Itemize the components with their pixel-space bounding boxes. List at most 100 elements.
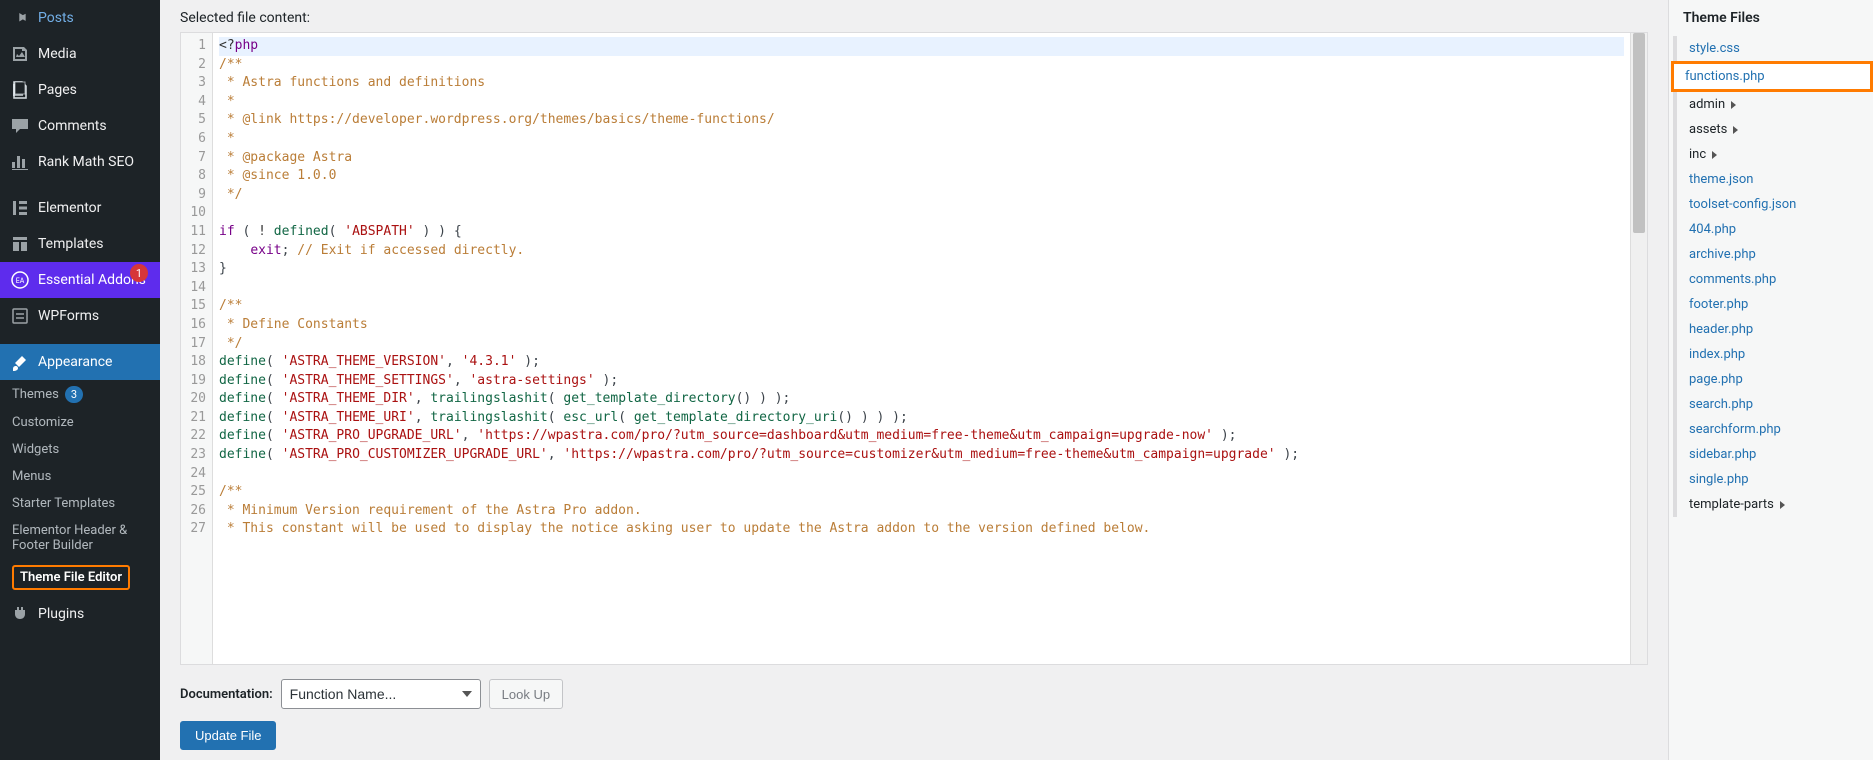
code-area[interactable]: <?php/** * Astra functions and definitio… (213, 33, 1630, 664)
menu-label: Appearance (38, 354, 112, 370)
code-line[interactable]: * (219, 93, 1624, 112)
file-template-parts[interactable]: template-parts (1677, 492, 1873, 517)
code-line[interactable]: /** (219, 56, 1624, 75)
submenu-elementor-header-and-footer-builder[interactable]: Elementor Header & Footer Builder (0, 517, 160, 559)
file-index-php[interactable]: index.php (1677, 342, 1873, 367)
elementor-icon (10, 198, 30, 218)
code-line[interactable]: * Astra functions and definitions (219, 74, 1624, 93)
menu-label: Media (38, 46, 77, 62)
menu-posts[interactable]: Posts (0, 0, 160, 36)
code-line[interactable]: if ( ! defined( 'ABSPATH' ) ) { (219, 223, 1624, 242)
file-link[interactable]: search.php (1689, 397, 1753, 412)
code-editor[interactable]: 1234567891011121314151617181920212223242… (180, 32, 1648, 665)
documentation-row: Documentation: Function Name... Look Up (180, 679, 1648, 709)
chevron-right-icon (1731, 101, 1736, 109)
code-line[interactable]: define( 'ASTRA_THEME_VERSION', '4.3.1' )… (219, 353, 1624, 372)
code-line[interactable]: define( 'ASTRA_PRO_CUSTOMIZER_UPGRADE_UR… (219, 446, 1624, 465)
vertical-scrollbar[interactable] (1630, 33, 1647, 664)
lookup-button[interactable]: Look Up (489, 679, 563, 709)
code-line[interactable]: /** (219, 297, 1624, 316)
menu-comments[interactable]: Comments (0, 108, 160, 144)
file-link[interactable]: theme.json (1689, 172, 1753, 187)
code-line[interactable]: * @since 1.0.0 (219, 167, 1624, 186)
file-link[interactable]: archive.php (1689, 247, 1756, 262)
file-page-php[interactable]: page.php (1677, 367, 1873, 392)
folder-label: inc (1689, 147, 1706, 162)
submenu-theme-file-editor[interactable]: Theme File Editor (0, 559, 160, 596)
menu-label: Rank Math SEO (38, 154, 134, 170)
menu-templates[interactable]: Templates (0, 226, 160, 262)
file-theme-json[interactable]: theme.json (1677, 167, 1873, 192)
file-link[interactable]: 404.php (1689, 222, 1736, 237)
code-line[interactable]: define( 'ASTRA_PRO_UPGRADE_URL', 'https:… (219, 427, 1624, 446)
code-line[interactable]: exit; // Exit if accessed directly. (219, 242, 1624, 261)
scrollbar-thumb[interactable] (1633, 33, 1645, 233)
file-link[interactable]: style.css (1689, 41, 1740, 56)
submenu-menus[interactable]: Menus (0, 463, 160, 490)
theme-files-panel: Theme Files style.cssfunctions.phpadmin … (1668, 0, 1873, 760)
file-link[interactable]: toolset-config.json (1689, 197, 1796, 212)
ea-icon: EA (10, 270, 30, 290)
comment-icon (10, 116, 30, 136)
menu-plugins[interactable]: Plugins (0, 596, 160, 632)
file-header-php[interactable]: header.php (1677, 317, 1873, 342)
file-searchform-php[interactable]: searchform.php (1677, 417, 1873, 442)
menu-wpforms[interactable]: WPForms (0, 298, 160, 334)
menu-label: Posts (38, 10, 74, 26)
file-toolset-config-json[interactable]: toolset-config.json (1677, 192, 1873, 217)
file-comments-php[interactable]: comments.php (1677, 267, 1873, 292)
file-style-css[interactable]: style.css (1677, 36, 1873, 61)
function-name-select[interactable]: Function Name... (281, 679, 481, 709)
code-line[interactable]: define( 'ASTRA_THEME_URI', trailingslash… (219, 409, 1624, 428)
code-line[interactable]: } (219, 260, 1624, 279)
code-line[interactable]: * Minimum Version requirement of the Ast… (219, 502, 1624, 521)
file-archive-php[interactable]: archive.php (1677, 242, 1873, 267)
code-line[interactable] (219, 465, 1624, 484)
file-inc[interactable]: inc (1677, 142, 1873, 167)
submenu-customize[interactable]: Customize (0, 409, 160, 436)
menu-appearance[interactable]: Appearance (0, 344, 160, 380)
file-functions-php[interactable]: functions.php (1671, 61, 1873, 92)
file-link[interactable]: single.php (1689, 472, 1749, 487)
file-link[interactable]: comments.php (1689, 272, 1776, 287)
code-line[interactable]: * (219, 130, 1624, 149)
code-line[interactable]: * This constant will be used to display … (219, 520, 1624, 539)
code-line[interactable]: * @package Astra (219, 149, 1624, 168)
file-link[interactable]: searchform.php (1689, 422, 1781, 437)
file-sidebar-php[interactable]: sidebar.php (1677, 442, 1873, 467)
menu-essential-addons[interactable]: EAEssential Addons1 (0, 262, 160, 298)
code-line[interactable]: */ (219, 335, 1624, 354)
code-line[interactable]: * Define Constants (219, 316, 1624, 335)
file-404-php[interactable]: 404.php (1677, 217, 1873, 242)
code-line[interactable]: define( 'ASTRA_THEME_DIR', trailingslash… (219, 390, 1624, 409)
code-line[interactable]: <?php (219, 37, 1624, 56)
file-search-php[interactable]: search.php (1677, 392, 1873, 417)
file-admin[interactable]: admin (1677, 92, 1873, 117)
menu-label: Plugins (38, 606, 84, 622)
file-link[interactable]: functions.php (1685, 69, 1765, 84)
update-file-button[interactable]: Update File (180, 721, 276, 750)
file-footer-php[interactable]: footer.php (1677, 292, 1873, 317)
file-link[interactable]: sidebar.php (1689, 447, 1756, 462)
code-line[interactable]: define( 'ASTRA_THEME_SETTINGS', 'astra-s… (219, 372, 1624, 391)
file-link[interactable]: header.php (1689, 322, 1753, 337)
file-link[interactable]: footer.php (1689, 297, 1748, 312)
file-link[interactable]: index.php (1689, 347, 1745, 362)
file-link[interactable]: page.php (1689, 372, 1743, 387)
code-line[interactable]: */ (219, 186, 1624, 205)
menu-elementor[interactable]: Elementor (0, 190, 160, 226)
submenu-widgets[interactable]: Widgets (0, 436, 160, 463)
menu-pages[interactable]: Pages (0, 72, 160, 108)
code-line[interactable]: * @link https://developer.wordpress.org/… (219, 111, 1624, 130)
code-line[interactable] (219, 279, 1624, 298)
menu-rank-math-seo[interactable]: Rank Math SEO (0, 144, 160, 180)
code-line[interactable] (219, 204, 1624, 223)
menu-label: Templates (38, 236, 104, 252)
submenu-themes[interactable]: Themes 3 (0, 380, 160, 409)
submenu-starter-templates[interactable]: Starter Templates (0, 490, 160, 517)
menu-media[interactable]: Media (0, 36, 160, 72)
file-single-php[interactable]: single.php (1677, 467, 1873, 492)
folder-label: assets (1689, 122, 1727, 137)
file-assets[interactable]: assets (1677, 117, 1873, 142)
code-line[interactable]: /** (219, 483, 1624, 502)
